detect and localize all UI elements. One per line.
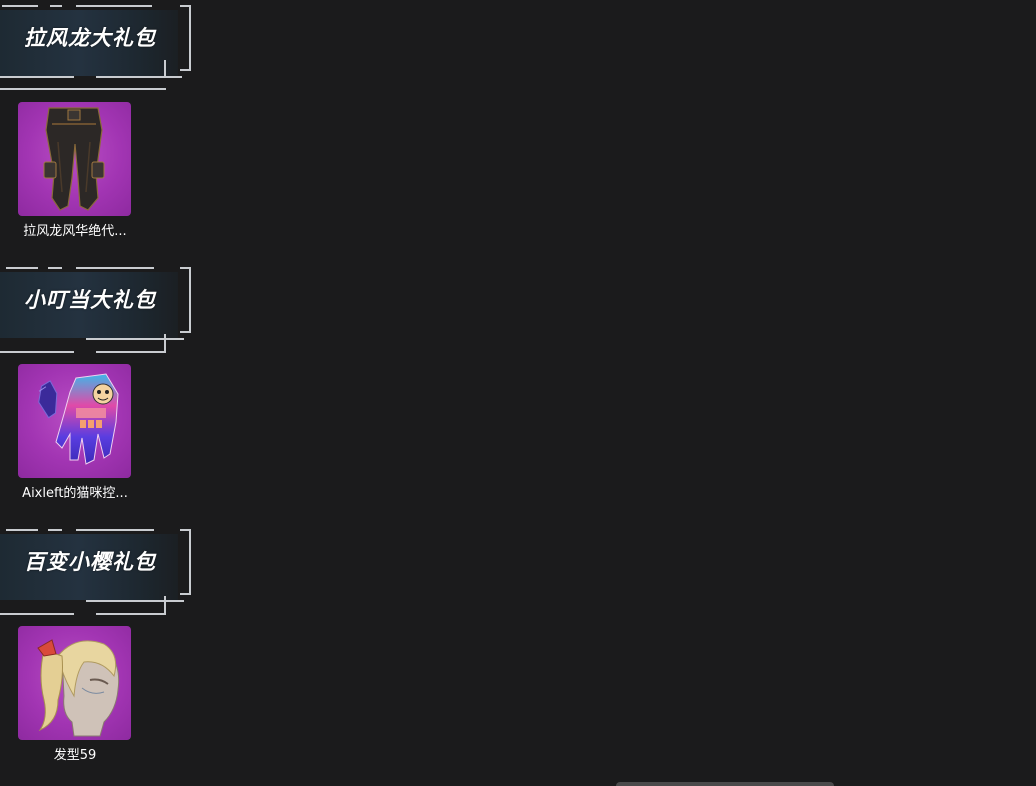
frame-line (189, 5, 191, 71)
frame-line (96, 76, 182, 78)
gift-pack-list-screen: 拉风龙大礼包 拉风龙风华绝代... 小叮当大礼包 Aixleft的猫咪控... … (0, 0, 1036, 786)
frame-line (86, 338, 184, 340)
frame-line (0, 76, 74, 78)
pants-icon (43, 107, 105, 211)
hairstyle-icon (37, 639, 120, 737)
frame-line (6, 267, 38, 269)
item-name: Aixleft的猫咪控... (22, 486, 128, 501)
item-card[interactable] (18, 626, 131, 740)
frame-line (96, 351, 166, 353)
frame-line (48, 529, 62, 531)
frame-line (6, 529, 38, 531)
gift-pack-title: 百变小樱礼包 (24, 550, 156, 574)
item-card[interactable] (18, 364, 131, 478)
frame-line (86, 600, 184, 602)
item-name: 发型59 (53, 748, 97, 763)
frame-line (2, 5, 38, 7)
item-name: 拉风龙风华绝代... (23, 224, 127, 239)
gift-section: 拉风龙大礼包 拉风龙风华绝代... (0, 0, 200, 262)
gift-pack-header: 小叮当大礼包 (0, 262, 192, 358)
gift-pack-header: 拉风龙大礼包 (0, 0, 192, 96)
frame-line (0, 88, 166, 90)
frame-line (189, 529, 191, 595)
gift-section: 百变小樱礼包 发型59 (0, 524, 200, 786)
frame-line (48, 267, 62, 269)
frame-line (180, 69, 190, 71)
gift-pack-title: 拉风龙大礼包 (24, 26, 156, 50)
frame-line (96, 613, 166, 615)
frame-line (76, 267, 154, 269)
gift-section: 小叮当大礼包 Aixleft的猫咪控... (0, 262, 200, 524)
frame-line (0, 351, 74, 353)
frame-line (189, 267, 191, 333)
frame-line (180, 593, 190, 595)
gift-pack-title: 小叮当大礼包 (24, 288, 156, 312)
frame-line (180, 331, 190, 333)
frame-line (76, 5, 152, 7)
frame-line (164, 334, 166, 352)
item-card[interactable] (18, 102, 131, 216)
frame-line (164, 596, 166, 614)
frame-line (50, 5, 62, 7)
frame-line (76, 529, 154, 531)
gloves-icon (38, 373, 119, 465)
gift-pack-header: 百变小樱礼包 (0, 524, 192, 620)
frame-line (164, 60, 166, 76)
home-indicator[interactable] (616, 782, 834, 786)
frame-line (0, 613, 74, 615)
